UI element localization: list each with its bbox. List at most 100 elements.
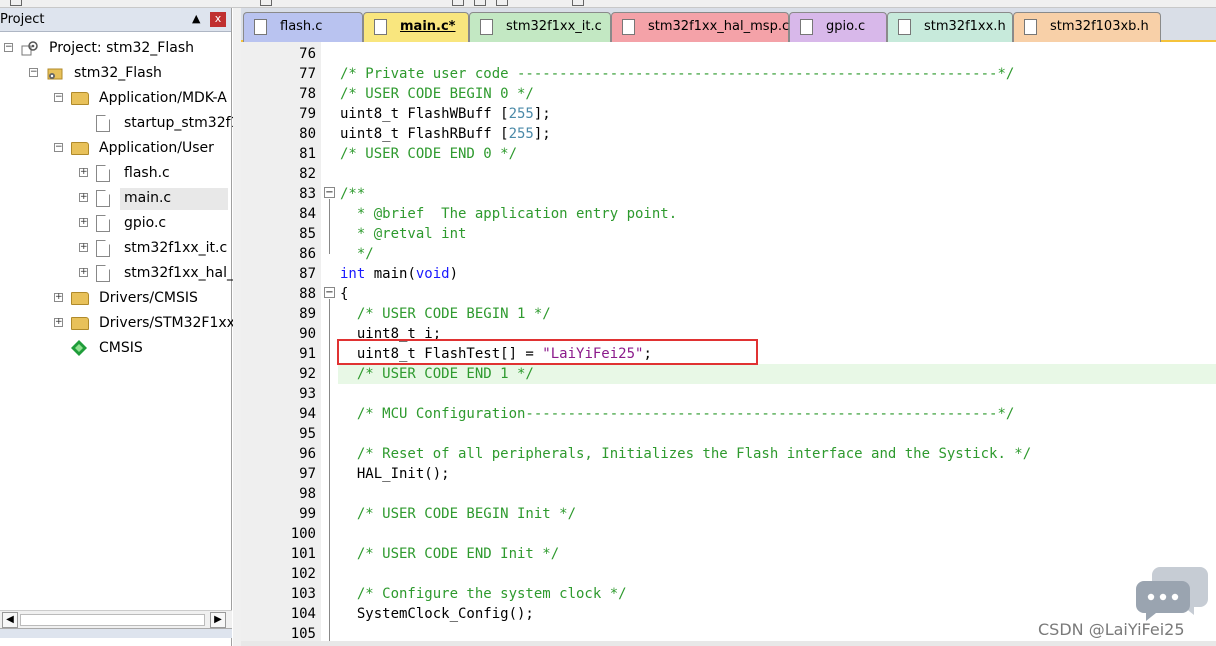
line-number: 93 xyxy=(299,386,316,402)
tree-item-label: CMSIS xyxy=(99,340,143,356)
file-icon xyxy=(622,19,635,35)
code-line[interactable]: /* Configure the system clock */ xyxy=(340,584,627,604)
line-number: 101 xyxy=(290,546,316,562)
tree-item-label: Drivers/STM32F1xx_ xyxy=(99,315,242,331)
panel-tabs[interactable] xyxy=(0,628,232,638)
code-line[interactable]: /* USER CODE BEGIN Init */ xyxy=(340,504,576,524)
target-icon xyxy=(46,65,64,88)
collapse-icon[interactable]: − xyxy=(54,143,63,152)
fold-margin: − − xyxy=(321,42,338,646)
line-number: 95 xyxy=(299,426,316,442)
code-line[interactable]: /* MCU Configuration--------------------… xyxy=(340,404,1014,424)
tab-stm32f1xx-hal-msp-c[interactable]: stm32f1xx_hal_msp.c xyxy=(611,12,789,42)
line-number: 86 xyxy=(299,246,316,262)
fold-toggle-icon[interactable]: − xyxy=(324,287,335,298)
pin-icon[interactable]: ▲ xyxy=(192,12,200,25)
tab-label: stm32f103xb.h xyxy=(1050,19,1149,34)
tab-stm32f103xb-h[interactable]: stm32f103xb.h xyxy=(1013,12,1161,42)
expand-icon[interactable]: + xyxy=(79,218,88,227)
annotation-highlight-box xyxy=(337,339,758,365)
line-number: 89 xyxy=(299,306,316,322)
expand-icon[interactable]: + xyxy=(54,293,63,302)
project-icon xyxy=(21,40,39,63)
collapse-icon[interactable]: − xyxy=(54,93,63,102)
expand-icon[interactable]: + xyxy=(79,268,88,277)
line-number: 99 xyxy=(299,506,316,522)
code-line[interactable]: * @brief The application entry point. xyxy=(340,204,677,224)
code-line[interactable]: /** xyxy=(340,184,365,204)
scroll-right-button[interactable]: ▶ xyxy=(210,612,226,628)
expand-icon[interactable]: + xyxy=(54,318,63,327)
folder-icon xyxy=(71,317,89,330)
toolbar-icon[interactable] xyxy=(572,0,584,6)
toolbar-icon[interactable] xyxy=(474,0,486,6)
toolbar-icon[interactable] xyxy=(260,0,272,6)
line-number: 97 xyxy=(299,466,316,482)
file-icon xyxy=(96,265,110,282)
line-number: 94 xyxy=(299,406,316,422)
file-icon xyxy=(1024,19,1037,35)
tab-gpio-c[interactable]: gpio.c xyxy=(789,12,887,42)
code-line[interactable]: /* USER CODE END 0 */ xyxy=(340,144,517,164)
collapse-icon[interactable]: − xyxy=(29,68,38,77)
code-line[interactable]: /* Reset of all peripherals, Initializes… xyxy=(340,444,1031,464)
expand-icon[interactable]: + xyxy=(79,168,88,177)
code-line[interactable]: /* Private user code -------------------… xyxy=(340,64,1014,84)
line-number: 92 xyxy=(299,366,316,382)
toolbar-icon[interactable] xyxy=(452,0,464,6)
splitter[interactable] xyxy=(233,8,241,646)
code-line[interactable]: * @retval int xyxy=(340,224,467,244)
fold-toggle-icon[interactable]: − xyxy=(324,187,335,198)
code-line[interactable]: HAL_Init(); xyxy=(340,464,450,484)
code-line[interactable]: /* USER CODE END 1 */ xyxy=(340,364,534,384)
collapse-icon[interactable]: − xyxy=(4,43,13,52)
tab-label: stm32f1xx_it.c xyxy=(506,19,602,34)
file-icon xyxy=(254,19,267,35)
file-icon xyxy=(800,19,813,35)
tree-item-label: Application/MDK-A xyxy=(99,90,227,106)
chat-bubble-icon[interactable] xyxy=(1136,563,1208,621)
folder-icon xyxy=(71,292,89,305)
code-line[interactable]: /* USER CODE BEGIN 1 */ xyxy=(340,304,551,324)
code-line[interactable]: */ xyxy=(340,244,374,264)
code-line[interactable]: /* USER CODE BEGIN 0 */ xyxy=(340,84,534,104)
expand-icon[interactable]: + xyxy=(79,193,88,202)
tab-label: stm32f1xx.h xyxy=(924,19,1006,34)
code-line[interactable]: int main(void) xyxy=(340,264,458,284)
tab-label: stm32f1xx_hal_msp.c xyxy=(648,19,790,34)
file-icon xyxy=(96,240,110,257)
code-line[interactable]: { xyxy=(340,284,348,304)
tree-item-label: Project: stm32_Flash xyxy=(49,40,194,56)
line-number: 100 xyxy=(290,526,316,542)
tree-item-label: stm32f1xx_hal_r xyxy=(124,265,240,281)
project-panel-title: Project xyxy=(0,12,45,27)
toolbar-icon[interactable] xyxy=(10,0,22,6)
file-icon xyxy=(480,19,493,35)
expand-icon[interactable]: + xyxy=(79,243,88,252)
line-number: 82 xyxy=(299,166,316,182)
tab-main-c[interactable]: main.c* xyxy=(363,12,469,43)
line-number: 102 xyxy=(290,566,316,582)
toolbar-icon[interactable] xyxy=(496,0,508,6)
file-icon xyxy=(96,190,110,207)
scroll-track[interactable] xyxy=(20,614,205,626)
folder-icon xyxy=(71,92,89,105)
watermark: CSDN @LaiYiFei25 xyxy=(1038,620,1185,639)
tab-stm32f1xx-h[interactable]: stm32f1xx.h xyxy=(887,12,1013,42)
code-line[interactable]: SystemClock_Config(); xyxy=(340,604,534,624)
tab-label: main.c* xyxy=(400,19,456,34)
tab-stm32f1xx-it-c[interactable]: stm32f1xx_it.c xyxy=(469,12,611,42)
file-icon xyxy=(898,19,911,35)
line-number: 104 xyxy=(290,606,316,622)
code-line[interactable]: /* USER CODE END Init */ xyxy=(340,544,559,564)
tree-item-label: stm32f1xx_it.c xyxy=(124,240,228,256)
scroll-left-button[interactable]: ◀ xyxy=(2,612,18,628)
code-line[interactable]: uint8_t FlashRBuff [255]; xyxy=(340,124,551,144)
fold-line xyxy=(329,299,330,646)
tab-flash-c[interactable]: flash.c xyxy=(243,12,363,42)
close-panel-button[interactable]: x xyxy=(210,12,226,27)
line-number: 78 xyxy=(299,86,316,102)
horizontal-scrollbar[interactable]: ◀ ▶ xyxy=(0,610,232,628)
code-line[interactable]: uint8_t FlashWBuff [255]; xyxy=(340,104,551,124)
tab-label: flash.c xyxy=(280,19,323,34)
